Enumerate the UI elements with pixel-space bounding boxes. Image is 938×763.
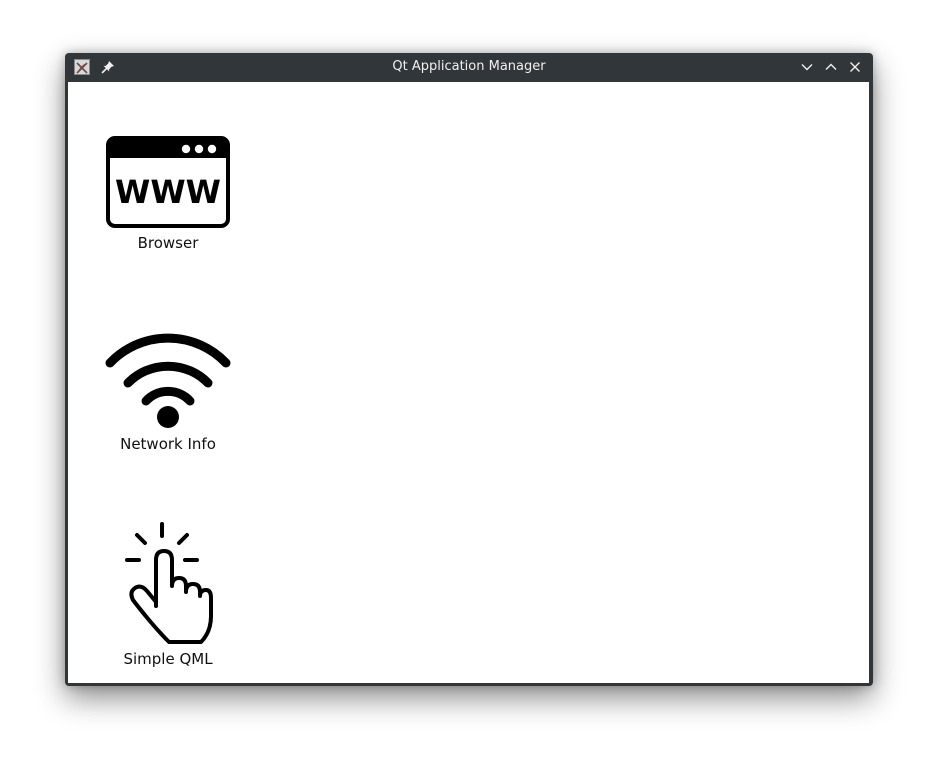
app-window: Qt Application Manager WWW Browser Netwo…: [65, 53, 873, 686]
pin-button[interactable]: [99, 58, 117, 76]
app-icon[interactable]: [74, 59, 90, 75]
maximize-button[interactable]: [822, 58, 840, 76]
window-title: Qt Application Manager: [392, 59, 546, 74]
titlebar[interactable]: Qt Application Manager: [65, 53, 873, 81]
chevron-up-icon: [825, 63, 837, 70]
www-browser-icon: WWW: [106, 136, 230, 228]
pin-icon: [101, 61, 114, 74]
wifi-icon: [105, 333, 231, 428]
launcher-simple-qml[interactable]: Simple QML: [88, 520, 248, 668]
launcher-browser[interactable]: WWW Browser: [88, 136, 248, 252]
tap-hand-icon: [125, 522, 213, 644]
close-icon: [850, 62, 860, 72]
minimize-button[interactable]: [798, 58, 816, 76]
launcher-simple-qml-label: Simple QML: [123, 650, 213, 668]
launcher-browser-label: Browser: [137, 234, 199, 252]
x-logo-icon: [76, 62, 88, 74]
launcher-network-info-label: Network Info: [120, 435, 216, 453]
chevron-down-icon: [801, 64, 813, 71]
close-button[interactable]: [846, 58, 864, 76]
launcher-network-info[interactable]: Network Info: [88, 333, 248, 453]
svg-text:WWW: WWW: [115, 173, 221, 211]
launcher-area: WWW Browser Network Info Simple QML: [68, 82, 869, 683]
